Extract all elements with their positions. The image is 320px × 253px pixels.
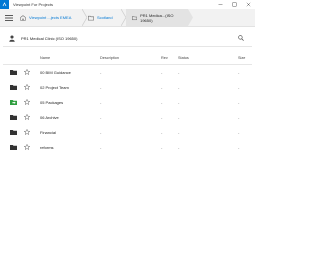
table-row[interactable]: 02 Project Team - - - - — [3, 80, 252, 95]
star-icon[interactable] — [24, 99, 30, 105]
row-status: - — [178, 70, 180, 75]
folder-icon — [10, 145, 17, 150]
search-bar: PR1 Medical Clinic (ISO 19650) — [3, 30, 252, 47]
row-status: - — [178, 100, 180, 105]
building-icon — [20, 14, 26, 21]
column-header-size[interactable]: Size — [238, 56, 245, 60]
row-name: Financial — [40, 130, 57, 135]
table-row[interactable]: 06 Archive - - - - — [3, 110, 252, 125]
star-icon[interactable] — [24, 84, 30, 90]
window-title: Viewpoint For Projects — [13, 2, 53, 7]
folder-icon — [132, 15, 138, 20]
breadcrumb-separator — [188, 9, 193, 26]
minimize-icon — [218, 4, 222, 5]
minimize-button[interactable] — [213, 0, 227, 9]
row-size: - — [238, 100, 240, 105]
row-name: reforms — [40, 145, 54, 150]
search-icon[interactable] — [238, 35, 244, 41]
row-rev: - — [161, 115, 163, 120]
row-status: - — [178, 115, 180, 120]
person-icon — [9, 35, 15, 42]
row-size: - — [238, 85, 240, 90]
row-name: 02 Project Team — [40, 85, 69, 90]
table-row[interactable]: Financial - - - - — [3, 125, 252, 140]
folder-icon — [10, 85, 17, 90]
star-icon[interactable] — [24, 114, 30, 120]
column-header-name[interactable]: Name — [40, 56, 50, 60]
row-status: - — [178, 130, 180, 135]
app-icon — [0, 0, 9, 9]
row-description: - — [100, 130, 102, 135]
star-icon[interactable] — [24, 69, 30, 75]
file-table: Name Description Rev Status Size 00 BIM … — [3, 50, 252, 155]
maximize-icon — [232, 2, 236, 7]
breadcrumb-label: PR1 Medica...(ISO 19650) — [140, 12, 174, 23]
row-rev: - — [161, 85, 163, 90]
star-icon[interactable] — [24, 144, 30, 150]
row-description: - — [100, 100, 102, 105]
shared-folder-icon — [10, 100, 17, 105]
folder-icon — [10, 70, 17, 75]
row-rev: - — [161, 70, 163, 75]
breadcrumb-label: Scotland — [97, 15, 113, 20]
table-row[interactable]: 05 Packages - - - - — [3, 95, 252, 110]
folder-icon — [10, 115, 17, 120]
row-size: - — [238, 115, 240, 120]
close-button[interactable] — [241, 0, 255, 9]
table-row[interactable]: 00 BIM Guidance - - - - — [3, 65, 252, 80]
folder-icon — [88, 15, 94, 20]
breadcrumb: Viewpoint ...jects EMEA Scotland PR1 Med… — [0, 9, 255, 27]
row-rev: - — [161, 145, 163, 150]
breadcrumb-label: Viewpoint ...jects EMEA — [29, 15, 72, 20]
row-description: - — [100, 70, 102, 75]
column-header-status[interactable]: Status — [178, 56, 189, 60]
row-name: 00 BIM Guidance — [40, 70, 71, 75]
row-name: 06 Archive — [40, 115, 59, 120]
breadcrumb-item-region[interactable]: Scotland — [88, 9, 113, 26]
row-description: - — [100, 85, 102, 90]
breadcrumb-separator — [82, 9, 87, 26]
row-status: - — [178, 85, 180, 90]
table-header: Name Description Rev Status Size — [3, 50, 252, 65]
table-row[interactable]: reforms - - - - — [3, 140, 252, 155]
folder-icon — [10, 130, 17, 135]
hamburger-menu-icon[interactable] — [5, 14, 13, 22]
column-header-rev[interactable]: Rev — [161, 56, 168, 60]
row-description: - — [100, 115, 102, 120]
row-status: - — [178, 145, 180, 150]
star-icon[interactable] — [24, 129, 30, 135]
row-size: - — [238, 145, 240, 150]
breadcrumb-item-enterprise[interactable]: Viewpoint ...jects EMEA — [20, 9, 71, 26]
row-rev: - — [161, 130, 163, 135]
row-size: - — [238, 70, 240, 75]
breadcrumb-item-project[interactable]: PR1 Medica...(ISO 19650) — [126, 9, 188, 26]
row-name: 05 Packages — [40, 100, 64, 105]
search-context-label: PR1 Medical Clinic (ISO 19650) — [21, 36, 78, 41]
row-size: - — [238, 130, 240, 135]
column-header-description[interactable]: Description — [100, 56, 119, 60]
close-icon — [246, 2, 250, 7]
title-bar: Viewpoint For Projects — [0, 0, 255, 9]
row-description: - — [100, 145, 102, 150]
maximize-button[interactable] — [227, 0, 241, 9]
row-rev: - — [161, 100, 163, 105]
